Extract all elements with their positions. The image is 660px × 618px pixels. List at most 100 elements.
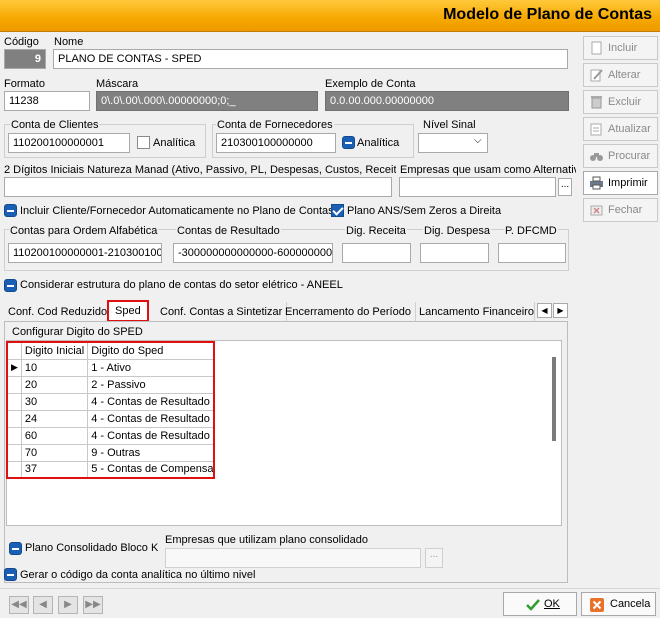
cancel-icon [590,598,604,612]
table-row[interactable]: 60 4 - Contas de Resultado [7,427,215,445]
cancel-button[interactable]: Cancela [581,592,656,616]
tab-contas-sintetizar[interactable]: Conf. Contas a Sintetizar [156,302,288,322]
nivel-label: Nível Sinal [423,119,476,131]
table-row[interactable]: 24 4 - Contas de Resultado [7,410,215,428]
tab-encerramento[interactable]: Encerramento do Período [281,302,416,322]
row-indicator [7,410,22,428]
prev-record-icon[interactable]: ◀ [33,596,53,614]
row-indicator [7,393,22,411]
tab-cod-reduzido[interactable]: Conf. Cod Reduzido [4,302,113,322]
cell-sped[interactable]: 2 - Passivo [87,376,215,394]
digitos-field[interactable] [4,177,392,197]
ok-button[interactable]: OK [503,592,577,616]
cell-digito[interactable]: 20 [21,376,89,394]
empresas-consolidado-button[interactable]: ... [425,548,443,568]
fornecedores-field[interactable]: 210300100000000 [216,133,336,153]
analitica-clientes-label: Analítica [153,137,196,149]
table-row[interactable]: 20 2 - Passivo [7,376,215,394]
cell-sped[interactable]: 4 - Contas de Resultado [87,410,215,428]
analitica-fornecedores-label: Analítica [357,137,400,149]
edit-icon [590,69,603,82]
codigo-field[interactable]: 9 [4,49,46,69]
col-digito-sped[interactable]: Digito do Sped [87,342,215,360]
table-header: Digito Inicial Digito do Sped [7,342,215,360]
imprimir-button[interactable]: Imprimir [583,171,658,195]
cell-sped[interactable]: 1 - Ativo [87,359,215,377]
aneel-checkbox[interactable] [4,279,17,292]
analitica-clientes-checkbox[interactable] [137,136,150,149]
cell-sped[interactable]: 4 - Contas de Resultado [87,393,215,411]
empresas-alternativo-label: Empresas que usam como Alternativo [400,164,576,176]
incluir-button[interactable]: Incluir [583,36,658,60]
aneel-label: Considerar estrutura do plano de contas … [20,279,343,291]
formato-field[interactable]: 11238 [4,91,90,111]
footer-divider [0,588,660,589]
tab-scroll-right-icon[interactable]: ▶ [553,303,568,318]
gerar-codigo-checkbox[interactable] [4,568,17,581]
gerar-codigo-label: Gerar o código da conta analítica no últ… [20,569,256,581]
nome-label: Nome [54,36,84,48]
excluir-button[interactable]: Excluir [583,90,658,114]
atualizar-button[interactable]: Atualizar [583,117,658,141]
dig-despesa-label: Dig. Despesa [423,225,492,237]
plano-ans-checkbox[interactable] [331,204,344,217]
grid-scrollbar-thumb[interactable] [552,357,556,441]
tab-lancamento[interactable]: Lancamento Financeiro [415,302,535,322]
nome-field[interactable]: PLANO DE CONTAS - SPED [53,49,568,69]
dig-despesa-field[interactable] [420,243,489,263]
alterar-button[interactable]: Alterar [583,63,658,87]
row-indicator-header [7,342,22,360]
mascara-field[interactable]: 0\.0\.00\.000\.00000000;0;_ [96,91,318,111]
last-record-icon[interactable]: ▶▶ [83,596,103,614]
consolidado-label: Plano Consolidado Bloco K [25,542,159,554]
empresas-alternativo-field[interactable] [399,177,556,197]
fechar-button[interactable]: Fechar [583,198,658,222]
clientes-label: Conta de Clientes [10,119,100,131]
row-indicator [7,461,22,479]
mascara-label: Máscara [96,78,139,90]
empresas-alternativo-button[interactable]: ... [558,178,572,196]
cell-sped[interactable]: 5 - Contas de Compensaç [87,461,215,479]
atualizar-label: Atualizar [608,123,651,135]
incluir-cliente-checkbox[interactable] [4,204,17,217]
alfabetica-field[interactable]: 110200100000001-2103001000 [8,243,162,263]
tab-sped[interactable]: Sped [107,300,149,322]
dig-receita-field[interactable] [342,243,411,263]
ok-label: OK [544,598,560,610]
refresh-icon [590,123,602,136]
table-row[interactable]: 30 4 - Contas de Resultado [7,393,215,411]
cell-digito[interactable]: 60 [21,427,89,445]
table-row[interactable]: ▶ 10 1 - Ativo [7,359,215,377]
dig-receita-label: Dig. Receita [345,225,407,237]
first-record-icon[interactable]: ◀◀ [9,596,29,614]
cell-digito[interactable]: 70 [21,444,89,462]
close-document-icon [590,205,603,216]
cell-digito[interactable]: 30 [21,393,89,411]
trash-icon [591,96,602,109]
cell-digito[interactable]: 24 [21,410,89,428]
procurar-label: Procurar [608,150,651,162]
cell-digito[interactable]: 37 [21,461,89,479]
col-digito-inicial[interactable]: Digito Inicial [21,342,89,360]
procurar-button[interactable]: Procurar [583,144,658,168]
cancel-label: Cancela [610,598,651,610]
table-row[interactable]: 70 9 - Outras [7,444,215,462]
row-indicator [7,444,22,462]
analitica-fornecedores-checkbox[interactable] [342,136,355,149]
cell-digito[interactable]: 10 [21,359,89,377]
clientes-field[interactable]: 110200100000001 [8,133,130,153]
dfcmd-label: P. DFCMD [504,225,558,237]
table-row[interactable]: 37 5 - Contas de Compensaç [7,461,215,479]
empresas-consolidado-label: Empresas que utilizam plano consolidado [165,534,369,546]
consolidado-checkbox[interactable] [9,542,22,555]
empresas-consolidado-field[interactable] [165,548,421,568]
dfcmd-field[interactable] [498,243,566,263]
tab-scroll-left-icon[interactable]: ◀ [537,303,552,318]
fornecedores-label: Conta de Fornecedores [216,119,334,131]
chevron-down-icon[interactable]: ⌵ [474,135,482,146]
row-indicator [7,376,22,394]
resultado-field[interactable]: -300000000000000-600000000 [173,243,333,263]
cell-sped[interactable]: 4 - Contas de Resultado [87,427,215,445]
cell-sped[interactable]: 9 - Outras [87,444,215,462]
next-record-icon[interactable]: ▶ [58,596,78,614]
